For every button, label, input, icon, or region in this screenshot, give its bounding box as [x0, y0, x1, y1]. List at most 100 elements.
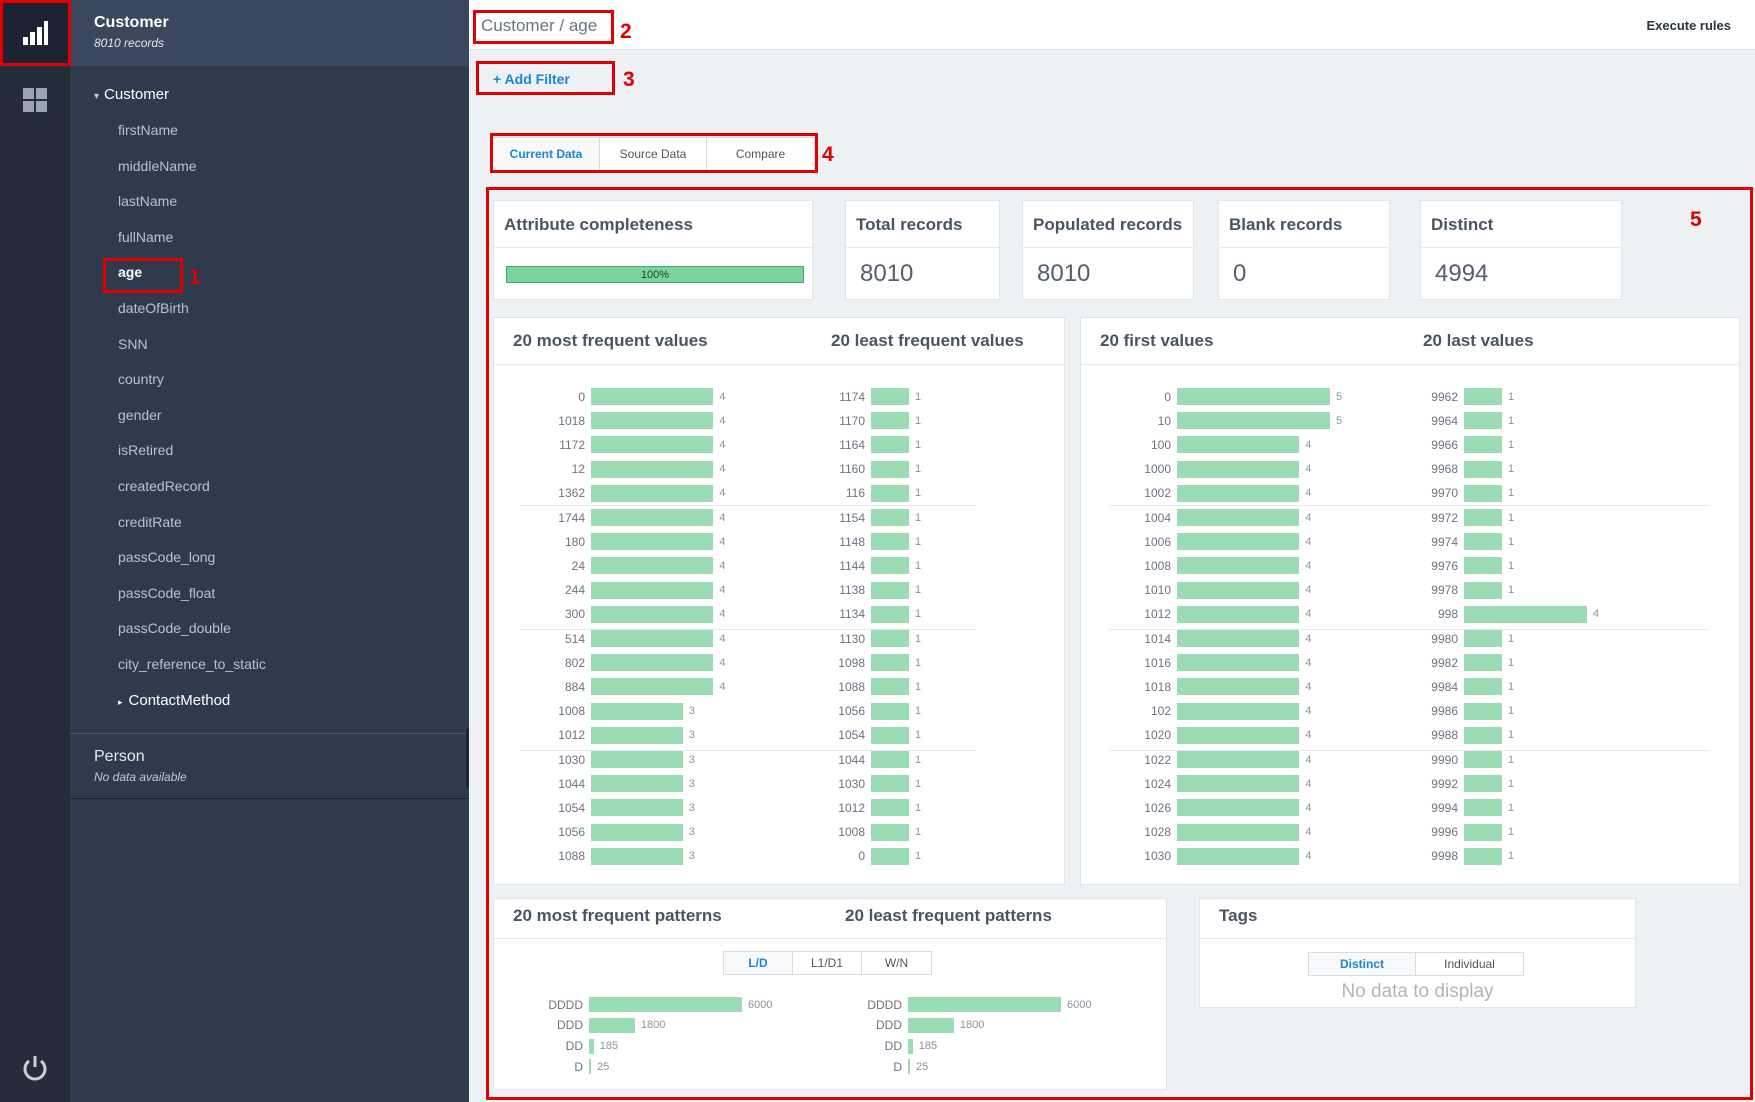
chart-bar[interactable] — [589, 1017, 635, 1033]
chart-bar[interactable] — [591, 557, 714, 575]
tree-item-country[interactable]: country — [118, 371, 164, 387]
chart-bar[interactable] — [871, 436, 909, 454]
chart-bar[interactable] — [1464, 751, 1502, 768]
chart-bar[interactable] — [1464, 412, 1502, 430]
tags-mode-distinct[interactable]: Distinct — [1309, 953, 1416, 975]
entity-header[interactable]: Customer 8010 records — [70, 0, 469, 66]
chart-bar[interactable] — [1464, 847, 1502, 865]
pattern-mode-wn[interactable]: W/N — [862, 952, 931, 974]
chart-bar[interactable] — [1464, 484, 1502, 502]
chart-bar[interactable] — [871, 654, 909, 672]
add-filter-button[interactable]: + Add Filter — [493, 71, 570, 87]
chart-bar[interactable] — [1464, 509, 1502, 526]
pattern-mode-ld[interactable]: L/D — [724, 952, 793, 974]
tree-item-age[interactable]: age — [118, 264, 142, 280]
chart-bar[interactable] — [871, 751, 909, 768]
chart-bar[interactable] — [1177, 654, 1300, 672]
chart-bar[interactable] — [1177, 581, 1300, 599]
chart-bar[interactable] — [1177, 702, 1300, 720]
chart-bar[interactable] — [871, 702, 909, 720]
chart-bar[interactable] — [1464, 702, 1502, 720]
chart-bar[interactable] — [1464, 460, 1502, 478]
chart-bar[interactable] — [591, 460, 714, 478]
chart-bar[interactable] — [1177, 775, 1300, 793]
chart-bar[interactable] — [1464, 605, 1587, 623]
chart-bar[interactable] — [591, 823, 683, 841]
chart-bar[interactable] — [1464, 630, 1502, 647]
chart-bar[interactable] — [908, 997, 1061, 1012]
chart-bar[interactable] — [871, 412, 909, 430]
chart-bar[interactable] — [1177, 823, 1300, 841]
analytics-nav-button[interactable] — [0, 0, 70, 66]
breadcrumb[interactable]: Customer / age — [481, 16, 597, 36]
tree-item-fullname[interactable]: fullName — [118, 229, 173, 245]
pattern-mode-l1d1[interactable]: L1/D1 — [793, 952, 862, 974]
chart-bar[interactable] — [1177, 436, 1300, 454]
tree-item-createdrecord[interactable]: createdRecord — [118, 478, 210, 494]
chart-bar[interactable] — [908, 1059, 910, 1075]
chart-bar[interactable] — [871, 678, 909, 696]
chart-bar[interactable] — [1177, 484, 1300, 502]
chart-bar[interactable] — [1177, 460, 1300, 478]
chart-bar[interactable] — [589, 1059, 591, 1075]
chart-bar[interactable] — [591, 847, 683, 865]
chart-bar[interactable] — [589, 1038, 594, 1054]
chart-bar[interactable] — [591, 678, 714, 696]
tree-item-city-reference-to-static[interactable]: city_reference_to_static — [118, 656, 266, 672]
chart-bar[interactable] — [871, 533, 909, 551]
chart-bar[interactable] — [591, 412, 714, 430]
tree-item-firstname[interactable]: firstName — [118, 122, 178, 138]
chart-bar[interactable] — [1177, 557, 1300, 575]
chart-bar[interactable] — [871, 775, 909, 793]
tree-item-gender[interactable]: gender — [118, 407, 162, 423]
chart-bar[interactable] — [871, 799, 909, 817]
chart-bar[interactable] — [591, 702, 683, 720]
chart-bar[interactable] — [871, 460, 909, 478]
chart-bar[interactable] — [1177, 533, 1300, 551]
chart-bar[interactable] — [908, 1038, 913, 1054]
chart-bar[interactable] — [591, 799, 683, 817]
chart-bar[interactable] — [871, 726, 909, 744]
tab-source-data[interactable]: Source Data — [600, 138, 707, 170]
chart-bar[interactable] — [1177, 799, 1300, 817]
tags-mode-individual[interactable]: Individual — [1416, 953, 1523, 975]
entity-person[interactable]: Person No data available — [70, 733, 469, 799]
chart-bar[interactable] — [591, 533, 714, 551]
chart-bar[interactable] — [871, 509, 909, 526]
chart-bar[interactable] — [1464, 799, 1502, 817]
chart-bar[interactable] — [1177, 509, 1300, 526]
chart-bar[interactable] — [871, 581, 909, 599]
chart-bar[interactable] — [871, 557, 909, 575]
chart-bar[interactable] — [1464, 388, 1502, 405]
chart-bar[interactable] — [871, 388, 909, 405]
tree-item-lastname[interactable]: lastName — [118, 193, 177, 209]
chart-bar[interactable] — [591, 484, 714, 502]
tree-root-customer[interactable]: ▾ Customer — [94, 86, 169, 103]
tree-item-passcode-double[interactable]: passCode_double — [118, 620, 231, 636]
tree-item-passcode-float[interactable]: passCode_float — [118, 585, 215, 601]
chart-bar[interactable] — [871, 484, 909, 502]
chart-bar[interactable] — [591, 775, 683, 793]
chart-bar[interactable] — [1177, 630, 1300, 647]
chart-bar[interactable] — [1177, 847, 1300, 865]
tree-item-middlename[interactable]: middleName — [118, 158, 197, 174]
chart-bar[interactable] — [591, 388, 714, 405]
chart-bar[interactable] — [1177, 678, 1300, 696]
tree-item-passcode-long[interactable]: passCode_long — [118, 549, 215, 565]
tree-item-isretired[interactable]: isRetired — [118, 442, 173, 458]
chart-bar[interactable] — [591, 605, 714, 623]
chart-bar[interactable] — [1464, 533, 1502, 551]
chart-bar[interactable] — [1464, 654, 1502, 672]
chart-bar[interactable] — [871, 605, 909, 623]
chart-bar[interactable] — [1177, 726, 1300, 744]
chart-bar[interactable] — [591, 751, 683, 768]
chart-bar[interactable] — [591, 630, 714, 647]
dashboard-nav-button[interactable] — [0, 82, 70, 118]
chart-bar[interactable] — [1177, 388, 1330, 405]
chart-bar[interactable] — [1464, 557, 1502, 575]
chart-bar[interactable] — [591, 509, 714, 526]
chart-bar[interactable] — [1464, 775, 1502, 793]
tree-item-dateofbirth[interactable]: dateOfBirth — [118, 300, 189, 316]
chart-bar[interactable] — [1177, 412, 1330, 430]
tab-current-data[interactable]: Current Data — [493, 138, 600, 170]
